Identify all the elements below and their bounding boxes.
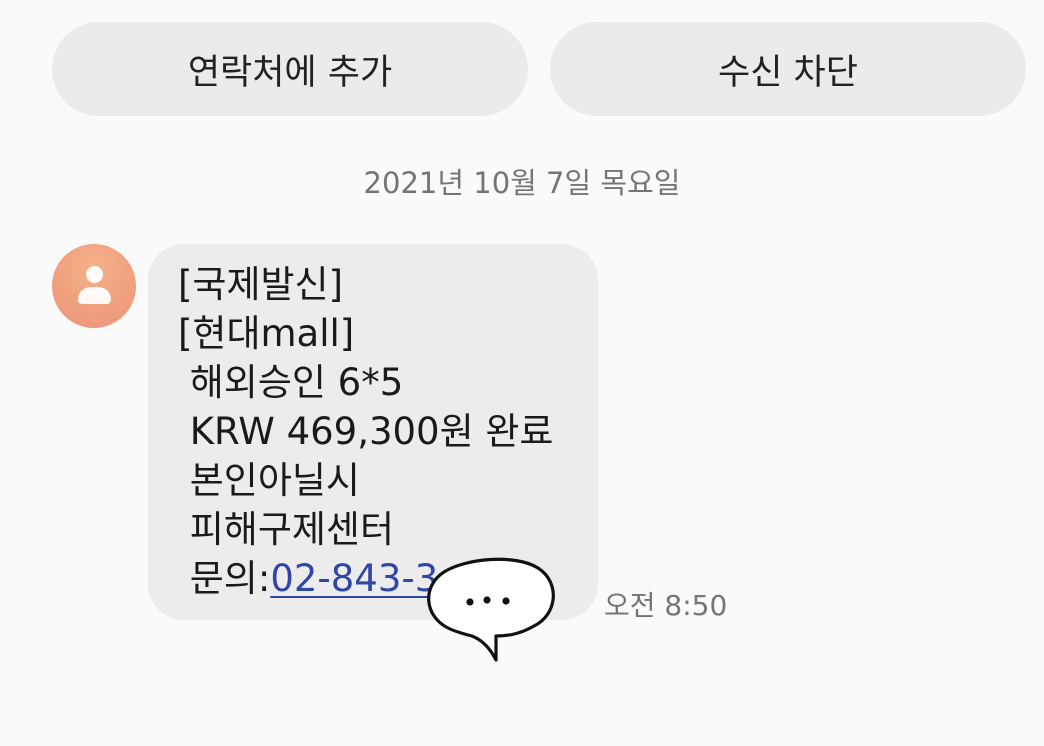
message-line: 해외승인 6*5 [178, 361, 404, 404]
block-sender-button[interactable]: 수신 차단 [550, 22, 1026, 116]
inquiry-label: 문의: [178, 557, 271, 600]
message-line: 본인아닐시 [178, 459, 360, 502]
message-line: [현대mall] [178, 312, 355, 355]
person-icon-head [86, 266, 103, 283]
message-line: 피해구제센터 [178, 508, 395, 551]
message-line: [국제발신] [178, 263, 344, 306]
sender-avatar[interactable] [52, 244, 136, 328]
speech-bubble-sticker-icon [427, 557, 555, 662]
message-timestamp: 오전 8:50 [604, 589, 728, 622]
add-contact-button[interactable]: 연락처에 추가 [52, 22, 528, 116]
add-contact-label: 연락처에 추가 [187, 52, 393, 93]
message-line: KRW 469,300원 완료 [178, 410, 554, 453]
person-icon-body [78, 287, 111, 304]
date-separator: 2021년 10월 7일 목요일 [363, 166, 681, 200]
block-sender-label: 수신 차단 [718, 52, 858, 93]
phone-number-link[interactable]: 02-843-3 [270, 557, 438, 600]
